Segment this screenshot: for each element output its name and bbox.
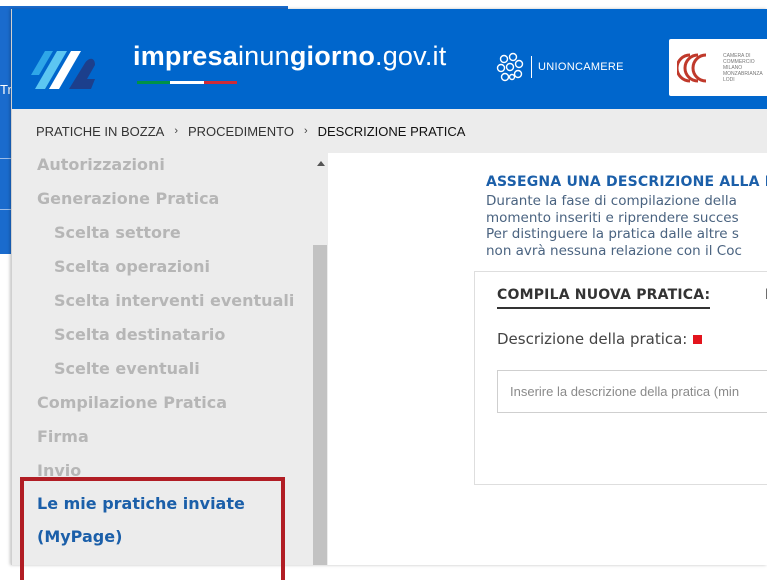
sidebar-item-autorizzazioni[interactable]: Autorizzazioni — [37, 155, 165, 174]
chamber-of-commerce-logo[interactable]: CAMERA DI COMMERCIO MILANO MONZABRIANZA … — [669, 39, 767, 96]
description-label-text: Descrizione della pratica: — [497, 330, 688, 348]
unioncamere-emblem-icon — [496, 52, 524, 82]
sidebar-item-scelta-settore[interactable]: Scelta settore — [54, 223, 181, 242]
required-marker-icon — [693, 335, 703, 344]
brand-part-2: inun — [237, 41, 290, 71]
brand-part-3: giorno — [289, 41, 376, 71]
flag-white — [170, 81, 204, 84]
breadcrumb-item-pratiche-in-bozza[interactable]: PRATICHE IN BOZZA — [36, 124, 164, 139]
description-field-label: Descrizione della pratica: — [497, 330, 703, 348]
italian-flag-stripe — [137, 81, 237, 84]
sidebar-scrollbar[interactable] — [312, 153, 328, 565]
description-line: Per distinguere la pratica dalle altre s — [486, 226, 739, 242]
description-line: Durante la fase di compilazione della — [486, 193, 737, 209]
site-brand[interactable]: impresainungiorno.gov.it — [133, 41, 446, 72]
brand-part-1: impresa — [133, 41, 238, 71]
unioncamere-logo[interactable]: UNIONCAMERE — [493, 50, 624, 84]
brand-part-4: .gov.it — [375, 41, 447, 71]
sidebar-item-scelta-interventi-eventuali[interactable]: Scelta interventi eventuali — [54, 291, 294, 310]
breadcrumb-chevron-icon: › — [303, 125, 308, 137]
sidebar-item-scelte-eventuali[interactable]: Scelte eventuali — [54, 359, 200, 378]
background-window-strip — [0, 0, 288, 6]
partner-separator — [531, 56, 532, 78]
breadcrumb: PRATICHE IN BOZZA › PROCEDIMENTO › DESCR… — [12, 109, 767, 153]
chamber-line: LODI — [723, 77, 735, 83]
flag-green — [137, 81, 171, 84]
scroll-up-arrow-icon[interactable] — [317, 161, 325, 166]
sidebar-item-compilazione-pratica[interactable]: Compilazione Pratica — [37, 393, 227, 412]
main-content: ASSEGNA UNA DESCRIZIONE ALLA P Durante l… — [328, 153, 767, 565]
sidebar-item-generazione-pratica[interactable]: Generazione Pratica — [37, 189, 219, 208]
description-line: non avrà nessuna relazione con il Coc — [486, 242, 742, 259]
sidebar-item-scelta-destinatario[interactable]: Scelta destinatario — [54, 325, 225, 344]
flag-red — [203, 81, 237, 84]
breadcrumb-chevron-icon: › — [174, 125, 178, 137]
sidebar-item-firma[interactable]: Firma — [37, 427, 89, 446]
description-input[interactable] — [497, 370, 767, 413]
tab-compila-nuova-pratica[interactable]: COMPILA NUOVA PRATICA: — [497, 287, 711, 309]
sidebar-item-scelta-operazioni[interactable]: Scelta operazioni — [54, 257, 210, 276]
chamber-name: CAMERA DI COMMERCIO MILANO MONZABRIANZA … — [723, 53, 763, 83]
form-card: COMPILA NUOVA PRATICA: IN Descrizione de… — [474, 271, 767, 485]
breadcrumb-item-descrizione-pratica: DESCRIZIONE PRATICA — [317, 123, 466, 139]
site-header: impresainungiorno.gov.it UNIONCAMERE CAM… — [12, 9, 767, 109]
scrollbar-thumb[interactable] — [313, 245, 327, 565]
partner-name: UNIONCAMERE — [538, 61, 624, 73]
chamber-emblem-icon — [677, 53, 707, 83]
site-logo-icon[interactable] — [25, 35, 99, 91]
breadcrumb-item-procedimento[interactable]: PROCEDIMENTO — [188, 124, 294, 139]
highlight-annotation-box — [20, 477, 285, 580]
section-description: Durante la fase di compilazione della mo… — [486, 193, 742, 259]
description-line: momento inseriti e riprendere succes — [486, 209, 739, 226]
section-title: ASSEGNA UNA DESCRIZIONE ALLA P — [486, 174, 767, 190]
